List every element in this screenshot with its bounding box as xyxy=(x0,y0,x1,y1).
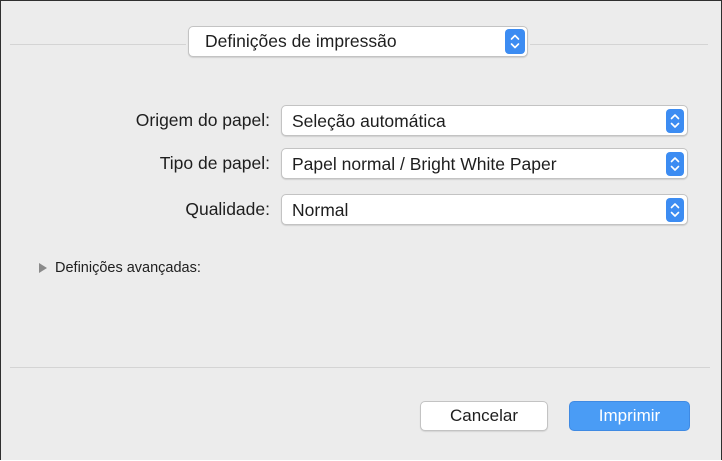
cancel-button[interactable]: Cancelar xyxy=(420,401,548,431)
paper-type-value: Papel normal / Bright White Paper xyxy=(292,154,557,174)
bottom-divider xyxy=(10,367,710,368)
advanced-settings-label: Definições avançadas: xyxy=(55,260,201,276)
quality-value: Normal xyxy=(292,200,349,220)
preset-popup-button[interactable]: Definições de impressão xyxy=(188,26,528,57)
up-down-chevron-icon xyxy=(505,29,525,54)
paper-source-value: Seleção automática xyxy=(292,111,446,131)
quality-label: Qualidade: xyxy=(185,199,270,219)
paper-type-popup[interactable]: Papel normal / Bright White Paper xyxy=(281,148,688,179)
disclosure-triangle-icon[interactable] xyxy=(39,263,47,273)
top-divider-right xyxy=(530,44,708,45)
up-down-chevron-icon xyxy=(666,109,684,133)
paper-source-label: Origem do papel: xyxy=(135,110,270,130)
paper-source-popup[interactable]: Seleção automática xyxy=(281,105,688,136)
top-divider-left xyxy=(10,44,186,45)
up-down-chevron-icon xyxy=(666,198,684,222)
up-down-chevron-icon xyxy=(666,152,684,176)
paper-type-label: Tipo de papel: xyxy=(159,153,270,173)
print-button[interactable]: Imprimir xyxy=(569,401,690,431)
quality-popup[interactable]: Normal xyxy=(281,194,688,225)
advanced-settings-disclosure[interactable]: Definições avançadas: xyxy=(39,260,201,276)
preset-popup-value: Definições de impressão xyxy=(205,31,397,51)
print-settings-dialog: Definições de impressão Origem do papel:… xyxy=(0,0,722,460)
